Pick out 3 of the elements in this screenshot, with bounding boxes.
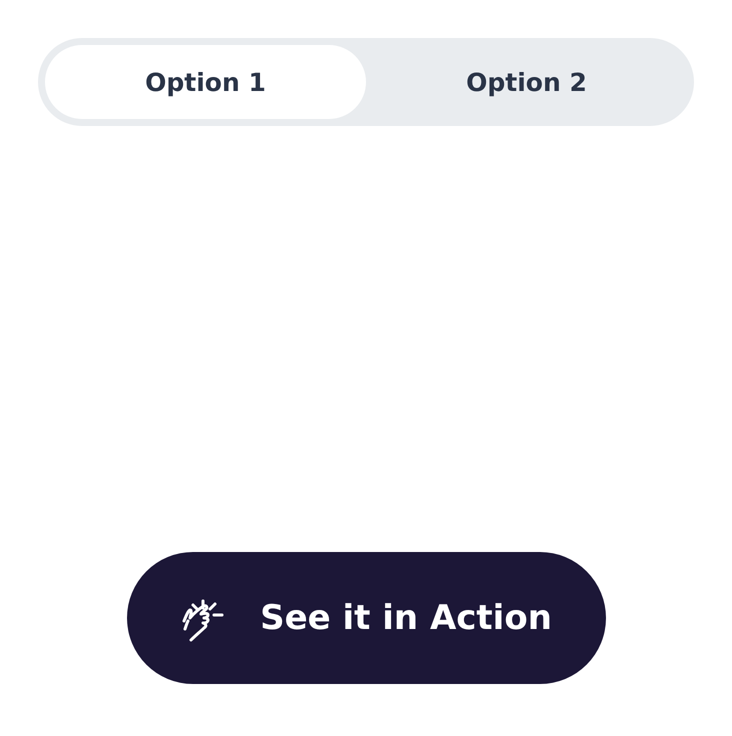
tab[interactable]: Option 1 xyxy=(45,45,366,119)
action-button[interactable]: See it in Action xyxy=(126,552,606,684)
tab[interactable]: Option 2 xyxy=(366,45,687,119)
